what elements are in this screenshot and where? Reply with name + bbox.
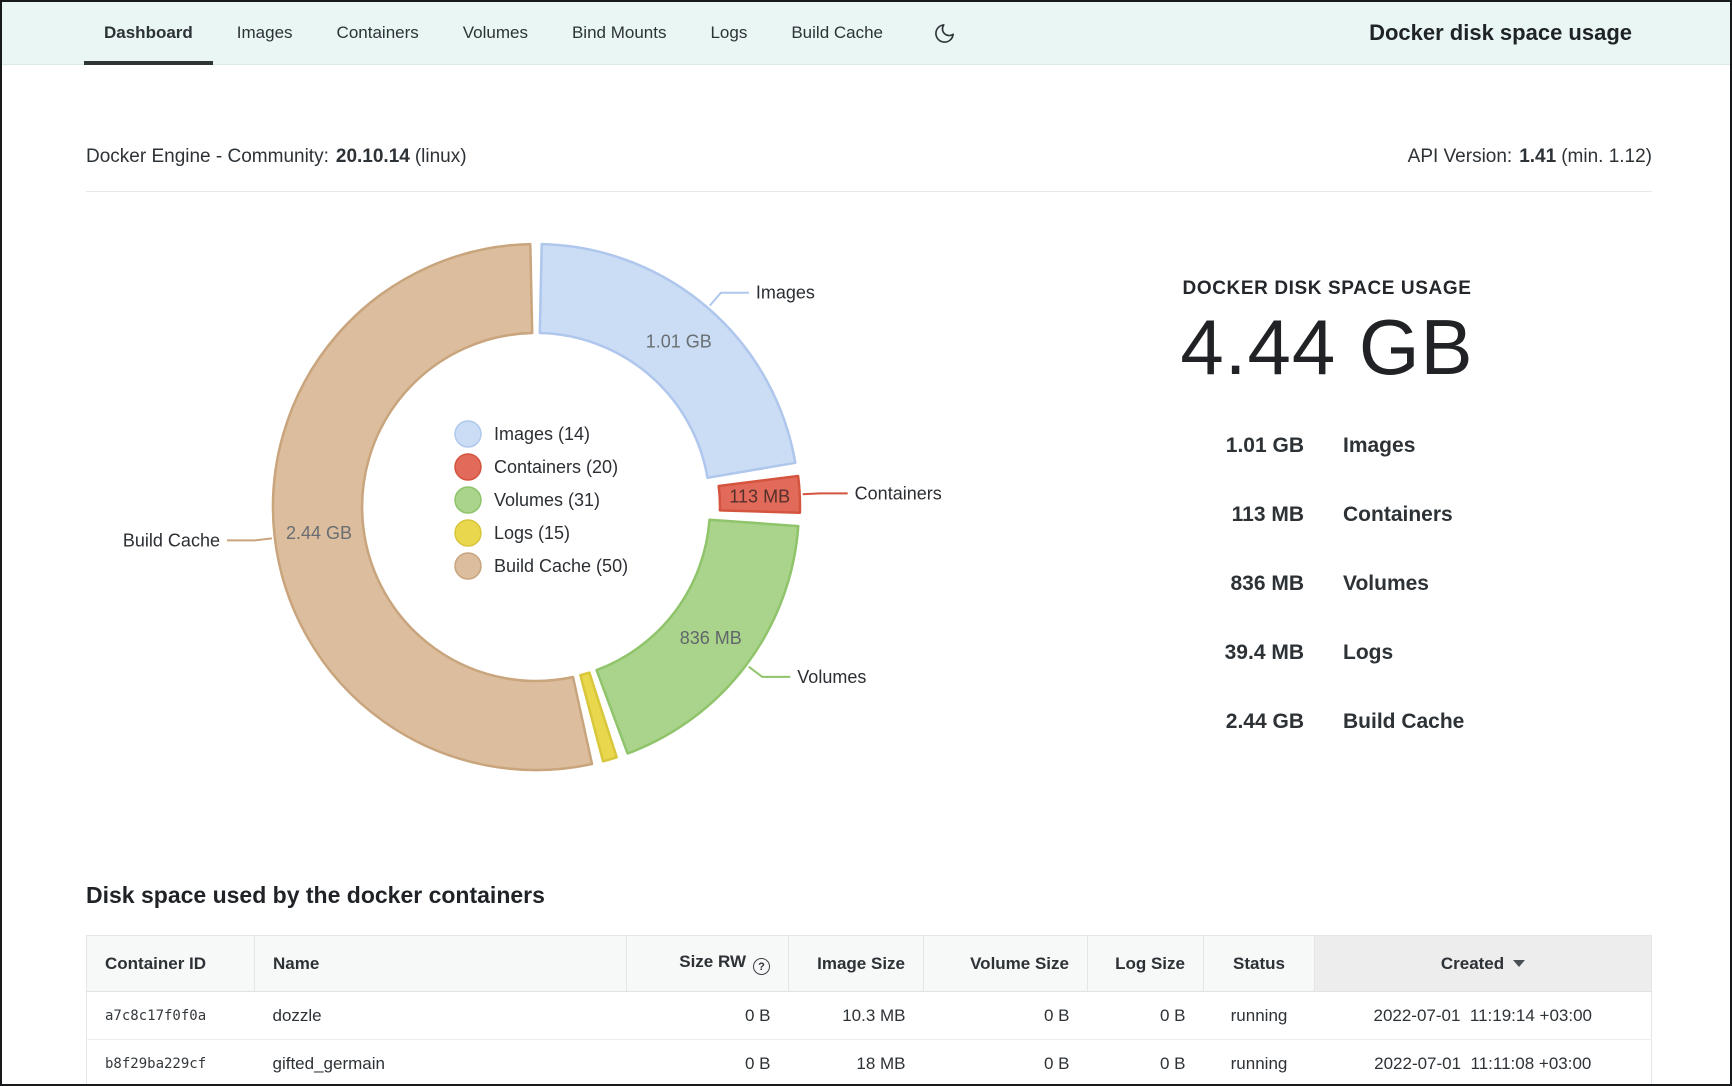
usage-row-size: 113 MB	[1002, 503, 1304, 527]
app-window: DashboardImagesContainersVolumesBind Mou…	[0, 0, 1732, 1086]
legend-item-logs[interactable]: Logs (15)	[455, 520, 570, 546]
usage-panel-heading: DOCKER DISK SPACE USAGE	[1002, 278, 1652, 300]
column-header-size-rw[interactable]: Size RW?	[627, 936, 789, 992]
usage-row-size: 39.4 MB	[1002, 641, 1304, 665]
table-header-row: Container IDNameSize RW?Image SizeVolume…	[87, 936, 1652, 992]
legend-label-images: Images (14)	[494, 424, 590, 444]
usage-row-label: Logs	[1343, 641, 1652, 665]
container-row: b8f29ba229cfgifted_germain0 B18 MB0 B0 B…	[87, 1040, 1652, 1086]
api-version-value: 1.41	[1519, 146, 1556, 167]
legend-dot-images	[455, 421, 481, 447]
segment-name-label-volumes: Volumes	[797, 667, 866, 687]
segment-size-label-build-cache: 2.44 GB	[286, 523, 352, 543]
cell-created: 2022-07-01 11:19:14 +03:00	[1315, 992, 1652, 1040]
cell-log-size: 0 B	[1088, 1040, 1204, 1086]
leader-line-build-cache	[227, 538, 272, 540]
usage-row-label: Build Cache	[1343, 710, 1652, 734]
nav-tabs: DashboardImagesContainersVolumesBind Mou…	[84, 2, 903, 64]
cell-volume-size: 0 B	[924, 992, 1088, 1040]
legend-item-images[interactable]: Images (14)	[455, 421, 590, 447]
cell-status: running	[1204, 992, 1315, 1040]
api-version-min: (min. 1.12)	[1561, 146, 1652, 167]
usage-summary-panel: DOCKER DISK SPACE USAGE 4.44 GB 1.01 GB I…	[1002, 278, 1652, 734]
containers-table: Container IDNameSize RW?Image SizeVolume…	[86, 935, 1652, 1086]
legend-item-volumes[interactable]: Volumes (31)	[455, 487, 600, 513]
tab-build-cache[interactable]: Build Cache	[771, 2, 903, 64]
theme-toggle-button[interactable]	[929, 18, 960, 49]
cell-volume-size: 0 B	[924, 1040, 1088, 1086]
sort-desc-icon	[1513, 960, 1525, 967]
containers-table-heading: Disk space used by the docker containers	[86, 882, 1651, 909]
column-header-volume-size[interactable]: Volume Size	[924, 936, 1088, 992]
column-header-container-id[interactable]: Container ID	[87, 936, 255, 992]
column-header-image-size[interactable]: Image Size	[789, 936, 924, 992]
tab-logs[interactable]: Logs	[690, 2, 767, 64]
cell-status: running	[1204, 1040, 1315, 1086]
legend-item-containers[interactable]: Containers (20)	[455, 454, 618, 480]
disk-usage-donut-chart: 1.01 GB Images 113 MB Containers 836 MB Volum…	[42, 212, 962, 782]
cell-log-size: 0 B	[1088, 992, 1204, 1040]
usage-row-label: Images	[1343, 434, 1652, 458]
legend-dot-logs	[455, 520, 481, 546]
engine-platform: (linux)	[415, 146, 467, 167]
cell-created: 2022-07-01 11:11:08 +03:00	[1315, 1040, 1652, 1086]
usage-row-size: 1.01 GB	[1002, 434, 1304, 458]
column-header-log-size[interactable]: Log Size	[1088, 936, 1204, 992]
api-version-label: API Version:	[1408, 146, 1513, 167]
segment-size-label-volumes: 836 MB	[680, 628, 742, 648]
app-title: Docker disk space usage	[1369, 20, 1632, 46]
legend-label-logs: Logs (15)	[494, 523, 570, 543]
cell-name: gifted_germain	[255, 1040, 627, 1086]
tab-bind-mounts[interactable]: Bind Mounts	[552, 2, 687, 64]
legend-dot-containers	[455, 454, 481, 480]
column-header-status[interactable]: Status	[1204, 936, 1315, 992]
cell-size-rw: 0 B	[627, 1040, 789, 1086]
column-header-name[interactable]: Name	[255, 936, 627, 992]
containers-table-section: Disk space used by the docker containers…	[86, 882, 1651, 1086]
tab-dashboard[interactable]: Dashboard	[84, 2, 213, 64]
legend-label-containers: Containers (20)	[494, 457, 618, 477]
usage-row-label: Containers	[1343, 503, 1652, 527]
size-rw-help-icon[interactable]: ?	[753, 958, 770, 975]
column-header-created[interactable]: Created	[1315, 936, 1652, 992]
cell-size-rw: 0 B	[627, 992, 789, 1040]
top-navbar: DashboardImagesContainersVolumesBind Mou…	[2, 2, 1730, 65]
engine-version-info: Docker Engine - Community: 20.10.14(linux…	[86, 146, 467, 168]
cell-image-size: 10.3 MB	[789, 992, 924, 1040]
cell-name: dozzle	[255, 992, 627, 1040]
engine-info-row: Docker Engine - Community: 20.10.14(linux…	[86, 140, 1652, 174]
leader-line-volumes	[749, 667, 791, 677]
container-row: a7c8c17f0f0adozzle0 B10.3 MB0 B0 Brunnin…	[87, 992, 1652, 1040]
legend-dot-build-cache	[455, 553, 481, 579]
usage-row-size: 2.44 GB	[1002, 710, 1304, 734]
engine-version: 20.10.14	[336, 146, 410, 167]
tab-images[interactable]: Images	[217, 2, 313, 64]
cell-image-size: 18 MB	[789, 1040, 924, 1086]
api-version-info: API Version: 1.41(min. 1.12)	[1408, 146, 1652, 168]
cell-container-id: a7c8c17f0f0a	[87, 992, 255, 1040]
engine-label: Docker Engine - Community:	[86, 146, 329, 167]
segment-size-label-images: 1.01 GB	[646, 332, 712, 352]
segment-size-label-containers: 113 MB	[729, 486, 790, 506]
usage-total-value: 4.44 GB	[1002, 306, 1652, 388]
legend-dot-volumes	[455, 487, 481, 513]
leader-line-containers	[803, 493, 848, 494]
segment-name-label-build-cache: Build Cache	[123, 530, 220, 550]
tab-volumes[interactable]: Volumes	[443, 2, 548, 64]
moon-icon	[933, 22, 956, 45]
section-divider	[86, 191, 1652, 192]
legend-item-build-cache[interactable]: Build Cache (50)	[455, 553, 628, 579]
leader-line-images	[710, 293, 749, 306]
usage-breakdown-list: 1.01 GB Images 113 MB Containers 836 MB Volum…	[1002, 434, 1652, 734]
usage-row-size: 836 MB	[1002, 572, 1304, 596]
legend-label-build-cache: Build Cache (50)	[494, 556, 628, 576]
segment-name-label-images: Images	[756, 283, 815, 303]
cell-container-id: b8f29ba229cf	[87, 1040, 255, 1086]
legend-label-volumes: Volumes (31)	[494, 490, 600, 510]
tab-containers[interactable]: Containers	[317, 2, 439, 64]
table-body: a7c8c17f0f0adozzle0 B10.3 MB0 B0 Brunnin…	[87, 992, 1652, 1086]
usage-row-label: Volumes	[1343, 572, 1652, 596]
segment-name-label-containers: Containers	[855, 483, 942, 503]
